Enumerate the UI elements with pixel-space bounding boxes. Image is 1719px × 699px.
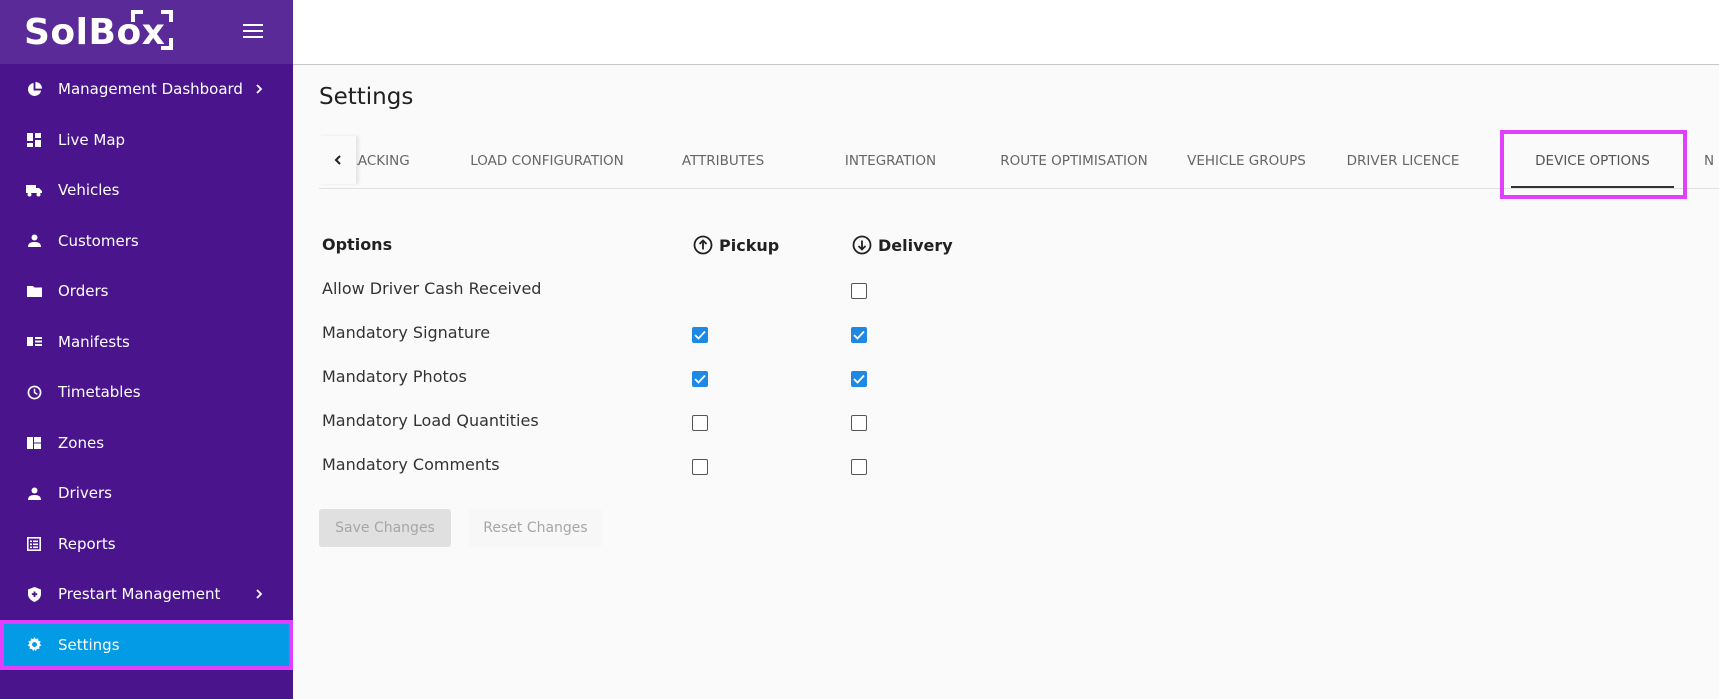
tab-device-options[interactable]: DEVICE OPTIONS bbox=[1503, 132, 1682, 188]
pickup-checkbox-mandatory-signature[interactable] bbox=[692, 327, 708, 343]
delivery-checkbox-allow-driver-cash[interactable] bbox=[851, 283, 867, 299]
sidebar-item-label: Settings bbox=[58, 635, 120, 654]
dashboard-grid-icon bbox=[26, 132, 42, 148]
pie-chart-icon bbox=[26, 81, 42, 97]
delivery-checkbox-mandatory-signature[interactable] bbox=[851, 327, 867, 343]
sidebar: SolBox Management Dashboard Live Map Veh… bbox=[0, 0, 293, 699]
tab-vehicle-groups[interactable]: VEHICLE GROUPS bbox=[1170, 132, 1323, 188]
person-icon bbox=[26, 233, 42, 249]
sidebar-item-label: Management Dashboard bbox=[58, 80, 243, 99]
gear-icon bbox=[26, 637, 42, 653]
tab-next-partial[interactable]: N bbox=[1704, 132, 1719, 188]
sidebar-item-drivers[interactable]: Drivers bbox=[0, 468, 293, 519]
tab-active-indicator bbox=[1511, 186, 1674, 188]
pickup-label: Pickup bbox=[719, 235, 780, 255]
sidebar-item-orders[interactable]: Orders bbox=[0, 266, 293, 317]
sidebar-item-vehicles[interactable]: Vehicles bbox=[0, 165, 293, 216]
truck-icon bbox=[26, 182, 42, 198]
sidebar-item-label: Drivers bbox=[58, 484, 112, 503]
report-list-icon bbox=[26, 536, 42, 552]
tab-scroll-left-button[interactable] bbox=[319, 136, 357, 184]
pickup-checkbox-mandatory-comments[interactable] bbox=[692, 459, 708, 475]
check-icon bbox=[853, 374, 865, 384]
sidebar-item-zones[interactable]: Zones bbox=[0, 418, 293, 469]
chevron-right-icon bbox=[256, 589, 263, 599]
sidebar-item-label: Live Map bbox=[58, 130, 126, 149]
tab-driver-licence[interactable]: DRIVER LICENCE bbox=[1323, 132, 1483, 188]
menu-toggle-icon[interactable] bbox=[243, 24, 263, 38]
settings-tab-bar: RACKING LOAD CONFIGURATION ATTRIBUTES IN… bbox=[319, 132, 1719, 189]
arrow-down-circle-icon bbox=[852, 235, 872, 255]
pickup-header: Pickup bbox=[693, 235, 779, 255]
sidebar-item-management-dashboard[interactable]: Management Dashboard bbox=[0, 64, 293, 115]
check-icon bbox=[694, 374, 706, 384]
option-label-mandatory-signature: Mandatory Signature bbox=[322, 323, 491, 342]
delivery-label: Delivery bbox=[878, 235, 953, 255]
option-label-mandatory-comments: Mandatory Comments bbox=[322, 455, 500, 474]
option-label-allow-driver-cash: Allow Driver Cash Received bbox=[322, 279, 542, 298]
chevron-left-icon bbox=[334, 155, 341, 165]
options-header: Options bbox=[322, 235, 393, 254]
page-title: Settings bbox=[319, 84, 414, 110]
clock-icon bbox=[26, 384, 42, 400]
zones-grid-icon bbox=[26, 435, 42, 451]
pickup-checkbox-mandatory-photos[interactable] bbox=[692, 371, 708, 387]
folder-icon bbox=[26, 283, 42, 299]
tab-tracking[interactable]: RACKING bbox=[349, 132, 439, 188]
tab-label: DEVICE OPTIONS bbox=[1535, 152, 1650, 169]
sidebar-item-label: Timetables bbox=[58, 383, 141, 402]
reset-changes-button[interactable]: Reset Changes bbox=[469, 509, 602, 547]
tab-load-configuration[interactable]: LOAD CONFIGURATION bbox=[451, 132, 643, 188]
delivery-checkbox-mandatory-load-quantities[interactable] bbox=[851, 415, 867, 431]
brand-bracket-icon bbox=[131, 10, 173, 50]
tab-route-optimisation[interactable]: ROUTE OPTIMISATION bbox=[978, 132, 1170, 188]
check-icon bbox=[694, 330, 706, 340]
save-changes-button[interactable]: Save Changes bbox=[319, 509, 451, 547]
sidebar-item-prestart-management[interactable]: Prestart Management bbox=[0, 569, 293, 620]
sidebar-item-timetables[interactable]: Timetables bbox=[0, 367, 293, 418]
sidebar-item-label: Manifests bbox=[58, 332, 130, 351]
sidebar-item-label: Vehicles bbox=[58, 181, 120, 200]
top-app-bar bbox=[293, 0, 1719, 65]
option-label-mandatory-load-quantities: Mandatory Load Quantities bbox=[322, 411, 539, 430]
arrow-up-circle-icon bbox=[693, 235, 713, 255]
option-label-mandatory-photos: Mandatory Photos bbox=[322, 367, 467, 386]
delivery-header: Delivery bbox=[852, 235, 953, 255]
sidebar-item-label: Customers bbox=[58, 231, 139, 250]
pickup-checkbox-mandatory-load-quantities[interactable] bbox=[692, 415, 708, 431]
sidebar-item-label: Reports bbox=[58, 534, 116, 553]
chevron-right-icon bbox=[256, 84, 263, 94]
shield-icon bbox=[26, 586, 42, 602]
check-icon bbox=[853, 330, 865, 340]
sidebar-item-label: Orders bbox=[58, 282, 109, 301]
sidebar-item-customers[interactable]: Customers bbox=[0, 216, 293, 267]
list-card-icon bbox=[26, 334, 42, 350]
tab-attributes[interactable]: ATTRIBUTES bbox=[643, 132, 803, 188]
sidebar-item-live-map[interactable]: Live Map bbox=[0, 115, 293, 166]
sidebar-item-label: Prestart Management bbox=[58, 585, 221, 604]
sidebar-item-manifests[interactable]: Manifests bbox=[0, 317, 293, 368]
sidebar-item-reports[interactable]: Reports bbox=[0, 519, 293, 570]
delivery-checkbox-mandatory-comments[interactable] bbox=[851, 459, 867, 475]
person-icon bbox=[26, 485, 42, 501]
sidebar-item-settings[interactable]: Settings bbox=[0, 619, 293, 670]
sidebar-item-label: Zones bbox=[58, 433, 105, 452]
tab-integration[interactable]: INTEGRATION bbox=[803, 132, 978, 188]
sidebar-nav: Management Dashboard Live Map Vehicles C… bbox=[0, 64, 293, 670]
delivery-checkbox-mandatory-photos[interactable] bbox=[851, 371, 867, 387]
brand-header: SolBox bbox=[0, 0, 293, 64]
